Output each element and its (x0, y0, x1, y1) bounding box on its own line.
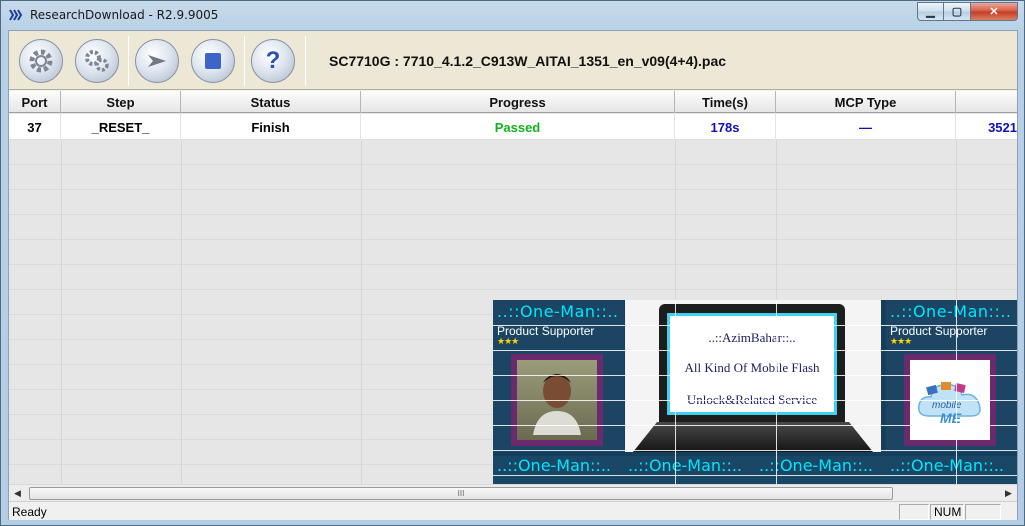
load-packet-button[interactable] (19, 39, 63, 83)
grid-line (493, 350, 1017, 351)
toolbar-separator (305, 36, 306, 86)
close-button[interactable]: ✕ (971, 2, 1018, 21)
column-header-time[interactable]: Time(s) (675, 91, 776, 113)
empty-row (9, 140, 1017, 165)
empty-row (9, 215, 1017, 240)
play-arrow-icon (148, 55, 166, 67)
minimize-button[interactable]: ▁ (917, 2, 944, 21)
status-pane (965, 504, 1001, 520)
empty-row (9, 240, 1017, 265)
grid-line (493, 475, 1017, 476)
help-button[interactable]: ? (251, 39, 295, 83)
supporter-panel-left: ..::One-Man::.. Product Supporter ★★★ (493, 300, 624, 452)
column-header-status[interactable]: Status (181, 91, 361, 113)
logo-sub: ME (940, 410, 961, 426)
window-controls: ▁ ▢ ✕ (917, 2, 1018, 21)
num-lock-indicator: NUM (930, 504, 964, 520)
toolbar-separator (128, 36, 129, 86)
laptop-ad: ..::AzimBahar::.. All Kind Of Mobile Fla… (625, 300, 881, 452)
window-title: ResearchDownload - R2.9.9005 (30, 8, 219, 22)
laptop-line-1: ..::AzimBahar::.. (708, 330, 796, 345)
column-header-extra[interactable] (956, 91, 1017, 113)
cell-port: 37 (9, 114, 61, 140)
gears-icon (85, 50, 109, 72)
grid-line (493, 375, 1017, 376)
cell-time: 178s (675, 114, 776, 140)
pac-file-label: SC7710G : 7710_4.1.2_C913W_AITAI_1351_en… (329, 53, 727, 69)
gear-icon (29, 49, 53, 73)
cell-extra: 3521 (988, 119, 1017, 135)
banner-headline: ..::One-Man::.. (497, 302, 619, 321)
app-icon (9, 9, 23, 21)
grid-line (493, 325, 1017, 326)
laptop-keyboard (633, 422, 873, 452)
banner-strip: ..::One-Man::.. ..::One-Man::.. ..::One-… (493, 456, 1017, 484)
banner-strip-text: ..::One-Man::.. (759, 456, 874, 475)
toolbar: ? SC7710G : 7710_4.1.2_C913W_AITAI_1351_… (9, 31, 1017, 90)
column-header-step[interactable]: Step (61, 91, 181, 113)
stop-download-button[interactable] (191, 39, 235, 83)
column-divider (181, 140, 182, 484)
settings-button[interactable] (75, 39, 119, 83)
banner-strip-text: ..::One-Man::.. (628, 456, 743, 475)
title-bar[interactable]: ResearchDownload - R2.9.9005 ▁ ▢ ✕ (1, 1, 1024, 29)
port-list[interactable]: Port Step Status Progress Time(s) MCP Ty… (9, 91, 1017, 484)
status-bar: Ready NUM (9, 501, 1017, 520)
list-header: Port Step Status Progress Time(s) MCP Ty… (9, 91, 1017, 113)
grid-line (493, 450, 1017, 451)
grid-line (776, 300, 777, 484)
stop-icon (205, 53, 221, 69)
grid-line (493, 400, 1017, 401)
grid-line (675, 300, 676, 484)
empty-row (9, 165, 1017, 190)
column-divider (61, 140, 62, 484)
status-pane (899, 504, 929, 520)
banner-strip-text: ..::One-Man::.. (890, 456, 1005, 475)
horizontal-scrollbar[interactable]: ◀ III ▶ (9, 484, 1017, 501)
cell-status: Finish (181, 114, 361, 140)
toolbar-separator (244, 36, 245, 86)
cell-step: _RESET_ (61, 114, 181, 140)
scroll-left-button[interactable]: ◀ (9, 485, 26, 502)
empty-row (9, 190, 1017, 215)
status-text: Ready (12, 505, 47, 519)
column-header-progress[interactable]: Progress (361, 91, 675, 113)
question-icon: ? (265, 47, 281, 74)
cell-progress: Passed (361, 114, 675, 140)
scroll-right-button[interactable]: ▶ (1000, 485, 1017, 502)
banner-strip-text: ..::One-Man::.. (497, 456, 612, 475)
main-window: ResearchDownload - R2.9.9005 ▁ ▢ ✕ ? SC7… (0, 0, 1025, 526)
empty-row (9, 265, 1017, 290)
cell-mcp-type: — (776, 114, 956, 140)
client-area: ? SC7710G : 7710_4.1.2_C913W_AITAI_1351_… (8, 30, 1018, 520)
start-download-button[interactable] (135, 39, 179, 83)
column-divider (361, 140, 362, 484)
banner-headline: ..::One-Man::.. (890, 302, 1012, 321)
grid-line (956, 300, 957, 484)
rating-stars: ★★★ (890, 336, 912, 346)
maximize-button[interactable]: ▢ (944, 2, 971, 21)
column-header-mcp-type[interactable]: MCP Type (776, 91, 956, 113)
supporter-panel-right: ..::One-Man::.. Product Supporter ★★★ mo… (886, 300, 1017, 452)
laptop-line-2: All Kind Of Mobile Flash (684, 360, 820, 375)
scroll-thumb[interactable]: III (29, 487, 893, 500)
rating-stars: ★★★ (497, 336, 519, 346)
promo-banner: ..::One-Man::.. Product Supporter ★★★ ..… (493, 300, 1017, 484)
grid-line (493, 425, 1017, 426)
column-header-port[interactable]: Port (9, 91, 61, 113)
laptop-icon: ..::AzimBahar::.. All Kind Of Mobile Fla… (659, 304, 845, 422)
table-row[interactable]: 37 _RESET_ Finish Passed 178s — 3521 (9, 114, 1017, 140)
